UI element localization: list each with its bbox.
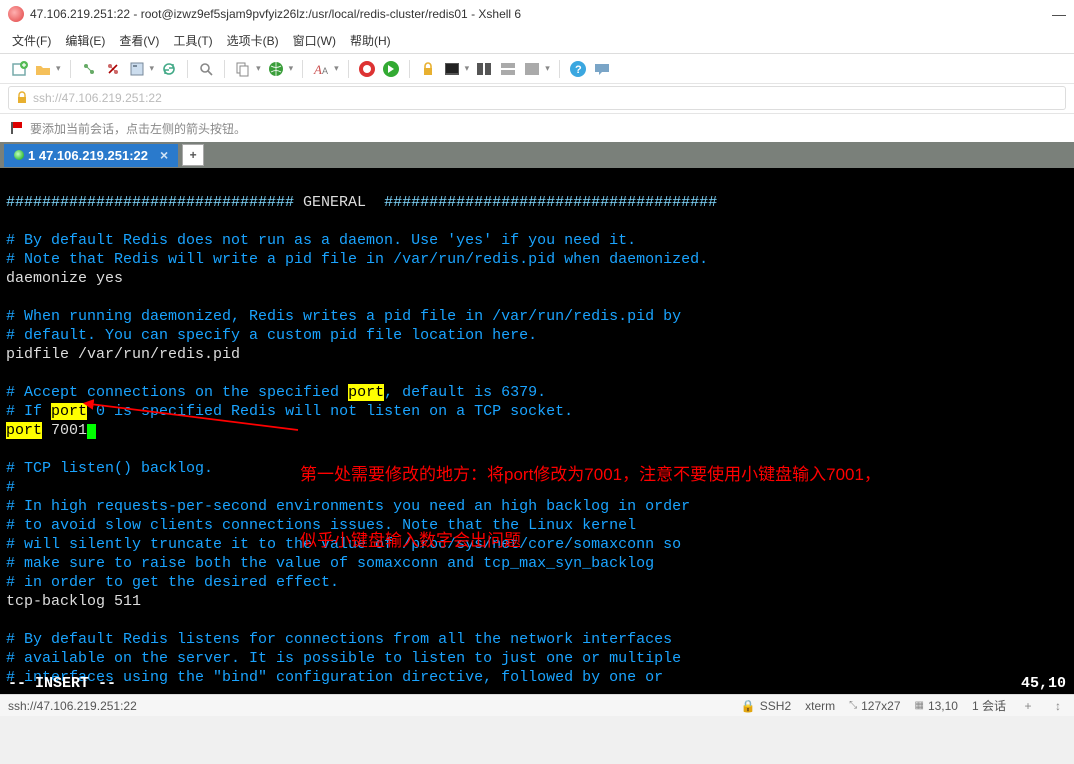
dropdown-icon[interactable]: ▾ [56, 63, 61, 74]
annotation-line1: 第一处需要修改的地方：将port修改为7001，注意不要使用小键盘输入7001， [300, 464, 881, 486]
status-sessions: 1 会话 [972, 697, 1006, 714]
annotation-line2: 似乎小键盘输入数字会出问题 [300, 530, 881, 552]
reconnect-icon[interactable] [160, 60, 178, 78]
status-term: xterm [805, 699, 835, 713]
terminal-line: tcp-backlog 511 [6, 593, 141, 610]
address-bar: ssh://47.106.219.251:22 [0, 84, 1074, 114]
grid-icon: ▦ [915, 700, 924, 711]
terminal-line: # Note that Redis will write a pid file … [6, 251, 708, 268]
tile-horizontal-icon[interactable] [499, 60, 517, 78]
xftp-icon[interactable] [382, 60, 400, 78]
menu-file[interactable]: 文件(F) [12, 32, 51, 49]
status-updown-button[interactable]: ↕ [1050, 699, 1066, 713]
hint-text: 要添加当前会话，点击左侧的箭头按钮。 [30, 120, 246, 137]
tab-close-icon[interactable]: × [160, 147, 168, 163]
menubar: 文件(F) 编辑(E) 查看(V) 工具(T) 选项卡(B) 窗口(W) 帮助(… [0, 28, 1074, 54]
terminal-line: # When running daemonized, Redis writes … [6, 308, 681, 325]
terminal-line: pidfile /var/run/redis.pid [6, 346, 240, 363]
search-icon[interactable] [197, 60, 215, 78]
status-ssh: SSH2 [760, 699, 791, 713]
terminal-line: # [6, 479, 15, 496]
session-tab[interactable]: 1 47.106.219.251:22 × [4, 144, 178, 167]
terminal-icon[interactable] [443, 60, 461, 78]
vim-statusline: -- INSERT -- 45,10 [0, 672, 1074, 694]
menu-edit[interactable]: 编辑(E) [65, 32, 105, 49]
separator [302, 60, 303, 78]
help-icon[interactable]: ? [569, 60, 587, 78]
svg-text:A: A [313, 62, 322, 77]
dropdown-icon[interactable]: ▾ [289, 63, 294, 74]
globe-icon[interactable] [267, 60, 285, 78]
flag-icon [10, 121, 24, 135]
vim-cursor-pos: 45,10 [1021, 674, 1066, 693]
tile-vertical-icon[interactable] [523, 60, 541, 78]
highlight-port: port [51, 403, 87, 420]
menu-tools[interactable]: 工具(T) [173, 32, 212, 49]
separator [559, 60, 560, 78]
menu-tabs[interactable]: 选项卡(B) [227, 32, 279, 49]
terminal-line: # in order to get the desired effect. [6, 574, 339, 591]
new-session-icon[interactable] [10, 60, 28, 78]
address-input[interactable]: ssh://47.106.219.251:22 [8, 86, 1066, 110]
lock-icon: 🔒 [741, 699, 756, 713]
toolbar: ▾ ▾ ▾ ▾ AA ▾ ▾ ▾ ? [0, 54, 1074, 84]
dropdown-icon[interactable]: ▾ [334, 63, 339, 74]
status-rc: 13,10 [928, 699, 958, 713]
tab-label: 1 47.106.219.251:22 [28, 148, 148, 163]
font-icon[interactable]: AA [312, 60, 330, 78]
separator [409, 60, 410, 78]
dropdown-icon[interactable]: ▾ [150, 63, 155, 74]
status-size: 127x27 [861, 699, 900, 713]
resize-icon: ⤡ [849, 700, 857, 711]
vim-mode: -- INSERT -- [8, 674, 116, 693]
separator [70, 60, 71, 78]
xagent-icon[interactable] [358, 60, 376, 78]
menu-view[interactable]: 查看(V) [119, 32, 159, 49]
tab-status-icon [14, 150, 24, 160]
highlight-port: port [6, 422, 42, 439]
new-tab-button[interactable]: + [182, 144, 204, 166]
svg-text:?: ? [575, 64, 582, 76]
lock-small-icon [15, 91, 29, 105]
hint-bar: 要添加当前会话，点击左侧的箭头按钮。 [0, 114, 1074, 142]
tabbar: 1 47.106.219.251:22 × + [0, 142, 1074, 168]
feedback-icon[interactable] [593, 60, 611, 78]
text-cursor [87, 424, 96, 439]
terminal-line: # TCP listen() backlog. [6, 460, 213, 477]
window-titlebar: 47.106.219.251:22 - root@izwz9ef5sjam9pv… [0, 0, 1074, 28]
annotation-text: 第一处需要修改的地方：将port修改为7001，注意不要使用小键盘输入7001，… [300, 420, 881, 574]
terminal-line: # default. You can specify a custom pid … [6, 327, 537, 344]
status-plus-button[interactable]: + [1020, 699, 1036, 713]
dropdown-icon[interactable]: ▾ [545, 63, 550, 74]
terminal-line: # By default Redis listens for connectio… [6, 631, 672, 648]
status-address: ssh://47.106.219.251:22 [8, 699, 137, 713]
properties-icon[interactable] [128, 60, 146, 78]
separator [348, 60, 349, 78]
connect-icon[interactable] [80, 60, 98, 78]
app-icon [8, 6, 24, 22]
multiterminal-icon[interactable] [475, 60, 493, 78]
address-text: ssh://47.106.219.251:22 [33, 91, 162, 105]
terminal-line: # available on the server. It is possibl… [6, 650, 681, 667]
lock-icon[interactable] [419, 60, 437, 78]
separator [224, 60, 225, 78]
dropdown-icon[interactable]: ▾ [256, 63, 261, 74]
highlight-port: port [348, 384, 384, 401]
statusbar: ssh://47.106.219.251:22 🔒 SSH2 xterm ⤡ 127… [0, 694, 1074, 716]
minimize-button[interactable]: — [1052, 6, 1066, 22]
separator [187, 60, 188, 78]
svg-text:A: A [322, 66, 328, 76]
terminal-line: # By default Redis does not run as a dae… [6, 232, 636, 249]
dropdown-icon[interactable]: ▾ [465, 63, 470, 74]
terminal-view[interactable]: ################################ GENERAL… [0, 168, 1074, 694]
disconnect-icon[interactable] [104, 60, 122, 78]
terminal-line: ################################ [6, 194, 294, 211]
terminal-line: daemonize yes [6, 270, 123, 287]
menu-help[interactable]: 帮助(H) [350, 32, 391, 49]
open-folder-icon[interactable] [34, 60, 52, 78]
window-title: 47.106.219.251:22 - root@izwz9ef5sjam9pv… [30, 7, 1052, 21]
copy-icon[interactable] [234, 60, 252, 78]
menu-window[interactable]: 窗口(W) [293, 32, 336, 49]
